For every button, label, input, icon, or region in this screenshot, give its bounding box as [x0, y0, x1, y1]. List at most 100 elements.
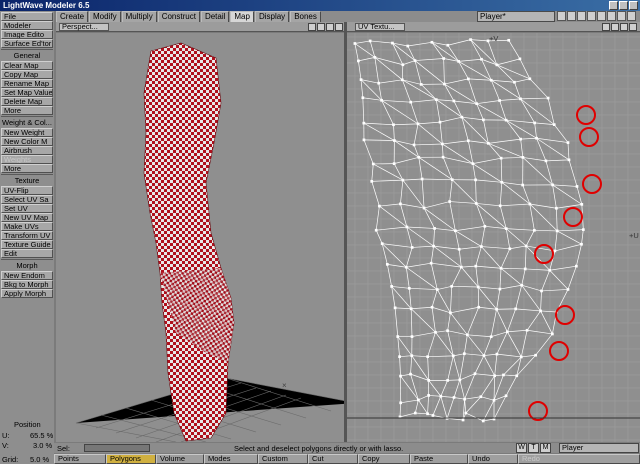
t-button[interactable]: T — [528, 443, 539, 453]
layer-icon[interactable] — [587, 11, 596, 21]
tab-display[interactable]: Display — [254, 11, 290, 22]
new-weight-button[interactable]: New Weight — [1, 128, 53, 137]
grid-value: 5.0 % — [30, 455, 50, 464]
rotate-view-icon[interactable] — [317, 23, 325, 31]
uv-grid — [347, 33, 640, 442]
annotation-circles — [528, 105, 602, 421]
file-menu[interactable]: File — [1, 12, 53, 21]
copy-map-button[interactable]: Copy Map — [1, 70, 53, 79]
position-header: Position — [14, 420, 41, 429]
modes-menu[interactable]: Modes — [204, 454, 258, 464]
move-view-icon[interactable] — [602, 23, 610, 31]
polygons-mode-button[interactable]: Polygons — [106, 454, 156, 464]
make-uvs-button[interactable]: Make UVs — [1, 222, 53, 231]
layer-icon[interactable] — [577, 11, 586, 21]
checker-mesh — [143, 42, 235, 442]
custom-menu[interactable]: Custom — [258, 454, 308, 464]
modeler-window: LightWave Modeler 6.5 Create Modify Mult… — [0, 0, 640, 464]
copy-button[interactable]: Copy — [358, 454, 410, 464]
move-view-icon[interactable] — [308, 23, 316, 31]
tab-create[interactable]: Create — [56, 11, 89, 22]
uv-flip-button[interactable]: UV-Flip — [1, 186, 53, 195]
layer-icon[interactable] — [557, 11, 566, 21]
player-select[interactable]: Player* — [477, 11, 555, 22]
weights-button[interactable]: Weights — [1, 155, 53, 164]
surface-editor-button[interactable]: Surface Ed'tor — [1, 39, 53, 48]
bkg-to-morph-button[interactable]: Bkg to Morph — [1, 280, 53, 289]
zoom-view-icon[interactable] — [326, 23, 334, 31]
perspective-viewport-header: Perspect... — [56, 22, 344, 32]
tab-modify[interactable]: Modify — [89, 11, 121, 22]
weight-more-menu[interactable]: More — [1, 164, 53, 173]
layer-icon[interactable] — [597, 11, 606, 21]
layer-icon[interactable] — [607, 11, 616, 21]
highlight-circle — [534, 244, 554, 264]
command-panel: File Modeler Image Edito Surface Ed'tor … — [0, 11, 54, 464]
modeler-menu[interactable]: Modeler — [1, 21, 53, 30]
highlight-circle — [555, 305, 575, 325]
apply-morph-button[interactable]: Apply Morph — [1, 289, 53, 298]
u-axis-label: +U — [629, 231, 639, 240]
layer-icon[interactable] — [567, 11, 576, 21]
maximize-view-icon[interactable] — [629, 23, 637, 31]
m-button[interactable]: M — [540, 443, 551, 453]
tab-bones[interactable]: Bones — [290, 11, 321, 22]
toolbar-icons — [557, 11, 640, 22]
tab-detail[interactable]: Detail — [200, 11, 230, 22]
transform-uv-button[interactable]: Transform UV — [1, 231, 53, 240]
points-mode-button[interactable]: Points — [54, 454, 106, 464]
texture-guide-button[interactable]: Texture Guide — [1, 240, 53, 249]
highlight-circle — [563, 207, 583, 227]
zoom-view-icon[interactable] — [620, 23, 628, 31]
title-bar: LightWave Modeler 6.5 — [0, 0, 640, 11]
highlight-circle — [582, 174, 602, 194]
u-value: 65.5 % — [30, 431, 54, 440]
uv-texture-viewport[interactable]: +V +U — [347, 33, 640, 442]
view-type-select[interactable]: Perspect... — [59, 23, 109, 31]
rename-map-button[interactable]: Rename Map — [1, 79, 53, 88]
new-endomorph-button[interactable]: New Endom — [1, 271, 53, 280]
set-map-value-button[interactable]: Set Map Value — [1, 88, 53, 97]
v-label: V: — [2, 441, 9, 450]
rotate-view-icon[interactable] — [611, 23, 619, 31]
maximize-view-icon[interactable] — [335, 23, 343, 31]
image-editor-button[interactable]: Image Edito — [1, 30, 53, 39]
highlight-circle — [528, 401, 548, 421]
new-color-map-button[interactable]: New Color M — [1, 137, 53, 146]
layer-icon[interactable] — [617, 11, 626, 21]
w-button[interactable]: W — [516, 443, 527, 453]
u-label: U: — [2, 431, 10, 440]
layer-icon[interactable] — [627, 11, 636, 21]
status-message: Select and deselect polygons directly or… — [234, 444, 404, 453]
volume-mode-button[interactable]: Volume — [156, 454, 204, 464]
status-bar: Sel: Select and deselect polygons direct… — [54, 443, 640, 453]
cut-button[interactable]: Cut — [308, 454, 358, 464]
new-uv-map-button[interactable]: New UV Map — [1, 213, 53, 222]
general-header: General — [13, 51, 41, 60]
texture-edit-menu[interactable]: Edit — [1, 249, 53, 258]
delete-map-button[interactable]: Delete Map — [1, 97, 53, 106]
general-more-menu[interactable]: More — [1, 106, 53, 115]
highlight-circle — [549, 341, 569, 361]
weight-color-header: Weight & Col... — [2, 118, 52, 127]
airbrush-button[interactable]: Airbrush — [1, 146, 53, 155]
select-uv-button[interactable]: Select UV Sa — [1, 195, 53, 204]
uv-view-select[interactable]: UV Textu... — [355, 23, 405, 31]
grid-label: Grid: — [2, 455, 19, 464]
tab-multiply[interactable]: Multiply — [121, 11, 157, 22]
minimize-icon[interactable] — [609, 1, 618, 10]
clear-map-button[interactable]: Clear Map — [1, 61, 53, 70]
redo-button[interactable]: Redo — [518, 454, 640, 464]
tab-construct[interactable]: Construct — [157, 11, 200, 22]
position-readout: Position U: 65.5 % V: 3.0 % Grid: 5.0 % — [0, 418, 54, 464]
perspective-viewport[interactable]: × — [56, 33, 344, 442]
set-uv-button[interactable]: Set UV — [1, 204, 53, 213]
undo-button[interactable]: Undo — [468, 454, 518, 464]
maximize-icon[interactable] — [619, 1, 628, 10]
paste-button[interactable]: Paste — [410, 454, 468, 464]
window-title: LightWave Modeler 6.5 — [3, 1, 90, 10]
tab-map[interactable]: Map — [230, 11, 254, 22]
close-icon[interactable] — [629, 1, 638, 10]
v-axis-label: +V — [489, 34, 499, 43]
player-status-select[interactable]: Player — [559, 443, 639, 453]
